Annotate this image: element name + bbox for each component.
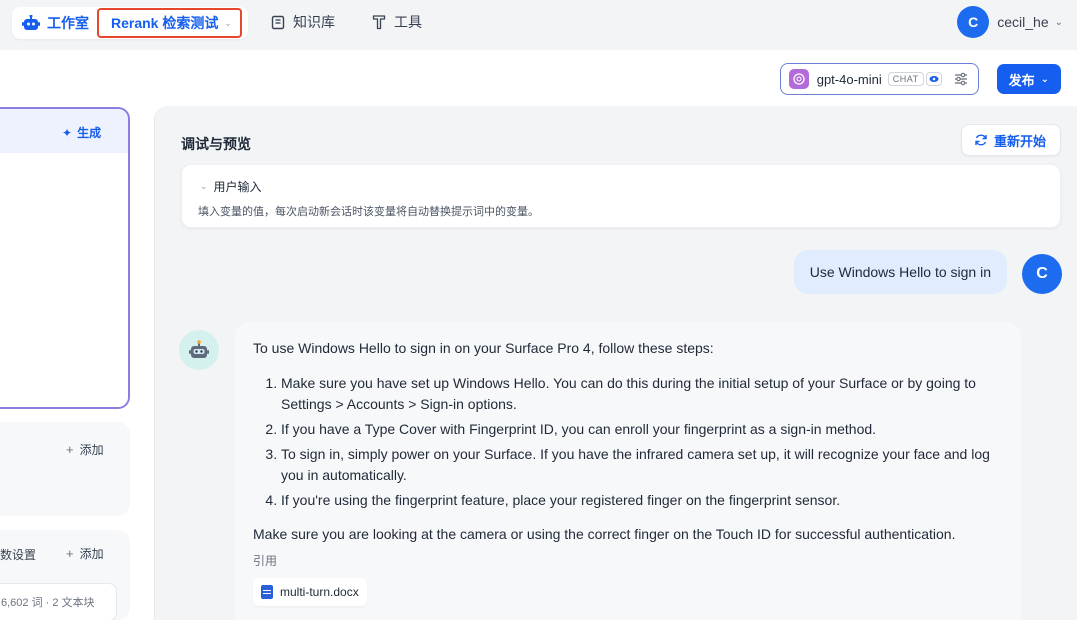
context-settings-label: 数设置 [0, 548, 37, 562]
answer-steps: Make sure you have set up Windows Hello.… [253, 373, 1003, 511]
nav-knowledge[interactable]: 知识库 [271, 12, 335, 32]
publish-label: 发布 [1008, 72, 1035, 88]
answer-step: To sign in, simply power on your Surface… [281, 444, 1003, 486]
settings-sliders-icon[interactable] [954, 72, 968, 86]
sparkle-icon: ✦ [62, 125, 73, 140]
model-selector[interactable]: gpt-4o-mini CHAT [779, 63, 979, 95]
user-inputs-toggle[interactable]: ⌄ 用户输入 [200, 178, 262, 195]
main-area: gpt-4o-mini CHAT 发布 ⌄ ✦ 生成 + 添加 数设置 + 添加… [0, 50, 1077, 620]
nav-knowledge-label: 知识库 [293, 14, 335, 30]
app-name: Rerank 检索测试 [111, 15, 219, 31]
studio-link[interactable]: 工作室 [12, 7, 97, 39]
answer-step: Make sure you have set up Windows Hello.… [281, 373, 1003, 415]
plus-icon: + [66, 442, 74, 457]
answer-step: If you have a Type Cover with Fingerprin… [281, 419, 1003, 440]
nav-tools[interactable]: 工具 [372, 12, 422, 32]
prompt-editor[interactable] [0, 107, 130, 409]
add-variable-button[interactable]: + 添加 [66, 441, 104, 458]
panel-title: 调试与预览 [181, 136, 251, 152]
book-icon [271, 15, 285, 29]
add-variable-label: 添加 [79, 443, 104, 457]
vision-icon [925, 72, 942, 86]
citation-file[interactable]: multi-turn.docx [253, 578, 367, 606]
breadcrumb: 工作室 Rerank 检索测试 ⌄ [12, 7, 248, 39]
prompt-editor-body[interactable] [0, 153, 128, 407]
user-avatar: C [1022, 254, 1062, 294]
user-name: cecil_he [997, 14, 1049, 30]
docx-file-icon [261, 585, 273, 599]
refresh-icon [975, 134, 987, 146]
answer-outro: Make sure you are looking at the camera … [253, 526, 956, 542]
restart-label: 重新开始 [993, 133, 1046, 149]
user-message: Use Windows Hello to sign in [793, 250, 1007, 294]
nav-tools-label: 工具 [394, 14, 422, 30]
user-inputs-card: ⌄ 用户输入 填入变量的值，每次启动新会话时该变量将自动替换提示词中的变量。 [181, 164, 1061, 228]
chevron-down-icon: ⌄ [200, 181, 208, 191]
robot-icon [189, 340, 209, 358]
user-menu[interactable]: C cecil_he ⌄ [957, 6, 1063, 38]
openai-icon [788, 69, 809, 89]
top-bar: 工作室 Rerank 检索测试 ⌄ 知识库 工具 C cecil_he ⌄ [0, 0, 1077, 48]
chevron-down-icon: ⌄ [1040, 73, 1049, 85]
tool-icon [372, 15, 386, 30]
app-switcher[interactable]: Rerank 检索测试 ⌄ [97, 8, 242, 38]
user-message-text: Use Windows Hello to sign in [809, 264, 991, 280]
bot-answer: To use Windows Hello to sign in on your … [235, 322, 1021, 620]
citation-label: 引用 [253, 554, 278, 568]
answer-intro: To use Windows Hello to sign in on your … [253, 340, 714, 356]
variables-section [0, 422, 130, 516]
add-context-label: 添加 [79, 547, 104, 561]
model-name: gpt-4o-mini [816, 71, 882, 87]
debug-preview-panel: 调试与预览 重新开始 ⌄ 用户输入 填入变量的值，每次启动新会话时该变量将自动替… [154, 106, 1077, 620]
model-mode-badge: CHAT [887, 72, 924, 86]
user-inputs-description: 填入变量的值，每次启动新会话时该变量将自动替换提示词中的变量。 [198, 206, 539, 218]
add-context-button[interactable]: + 添加 [66, 545, 104, 562]
plus-icon: + [66, 546, 74, 561]
answer-step: If you're using the fingerprint feature,… [281, 490, 1003, 511]
generate-label: 生成 [77, 126, 102, 140]
citation-file-name: multi-turn.docx [280, 584, 359, 599]
app-toolbar: gpt-4o-mini CHAT 发布 ⌄ [779, 63, 1061, 95]
generate-button[interactable]: ✦ 生成 [62, 124, 101, 141]
dataset-meta: 6,602 词 · 2 文本块 [1, 597, 95, 609]
studio-label: 工作室 [47, 15, 89, 31]
restart-button[interactable]: 重新开始 [960, 124, 1061, 156]
publish-button[interactable]: 发布 ⌄ [996, 64, 1061, 94]
avatar: C [957, 6, 990, 38]
dataset-card[interactable]: 6,602 词 · 2 文本块 [0, 583, 117, 620]
chevron-down-icon: ⌄ [1054, 16, 1063, 28]
bot-avatar [179, 330, 219, 370]
user-inputs-title: 用户输入 [213, 180, 262, 194]
robot-icon [22, 15, 40, 30]
chevron-down-icon: ⌄ [224, 17, 232, 28]
